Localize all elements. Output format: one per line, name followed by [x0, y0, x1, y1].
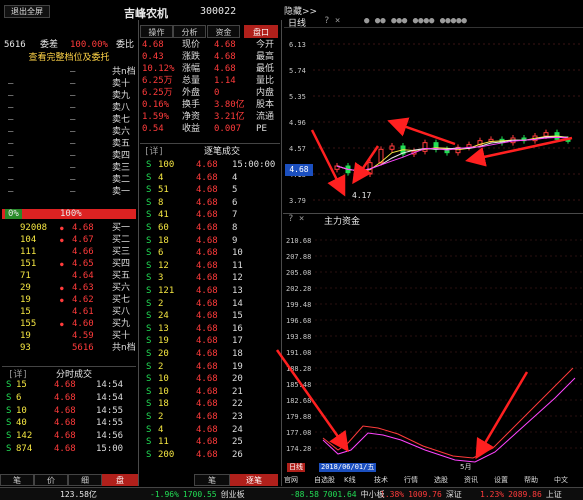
toolbar-item[interactable]: 选股: [434, 475, 448, 485]
index-label: 中小板: [360, 490, 385, 499]
annotation-arrows: [275, 117, 573, 460]
index-value: 1009.76: [408, 490, 442, 499]
index-change: -88.58: [290, 490, 319, 499]
index-label: 上证: [545, 490, 562, 499]
toolbar-item[interactable]: 官网: [284, 475, 298, 485]
toolbar-item[interactable]: K线: [344, 475, 356, 485]
index-label: 创业板: [220, 490, 245, 499]
arrow-4: [465, 136, 573, 167]
arrow-1: [310, 129, 346, 197]
index-item[interactable]: 1.38% 1009.76 深证: [380, 489, 462, 500]
toolbar-item[interactable]: 中文: [554, 475, 568, 485]
arrow-3: [352, 145, 380, 185]
index-item[interactable]: -88.58 7001.64 中小板: [290, 489, 385, 500]
index-value: 123.58亿: [60, 490, 97, 499]
toolbar-item[interactable]: 行情: [404, 475, 418, 485]
toolbar-item[interactable]: 帮助: [524, 475, 538, 485]
index-label: 深证: [445, 490, 462, 499]
index-change: 1.23%: [480, 490, 505, 499]
toolbar-item[interactable]: 技术: [374, 475, 388, 485]
index-status-bar: 1.23% 2089.86 上证 1.38% 1009.76 深证 -88.58 7001.6…: [0, 487, 583, 500]
bottom-toolbar: 官网 自选股 K线 技术 行情 选股 资讯 设置 帮助 中文: [284, 475, 583, 485]
arrow-5: [275, 349, 349, 453]
toolbar-item[interactable]: 资讯: [464, 475, 478, 485]
index-value: 1700.55: [182, 490, 217, 499]
index-change: -1.96%: [150, 490, 179, 499]
arrow-2: [387, 117, 456, 146]
index-item[interactable]: -1.96% 1700.55 创业板: [150, 489, 245, 500]
index-item[interactable]: 123.58亿: [60, 489, 101, 500]
index-value: 2089.86: [508, 490, 542, 499]
arrow-6: [475, 371, 529, 460]
index-value: 7001.64: [322, 490, 357, 499]
toolbar-item[interactable]: 自选股: [314, 475, 335, 485]
toolbar-item[interactable]: 设置: [494, 475, 508, 485]
index-item[interactable]: 1.23% 2089.86 上证: [480, 489, 562, 500]
